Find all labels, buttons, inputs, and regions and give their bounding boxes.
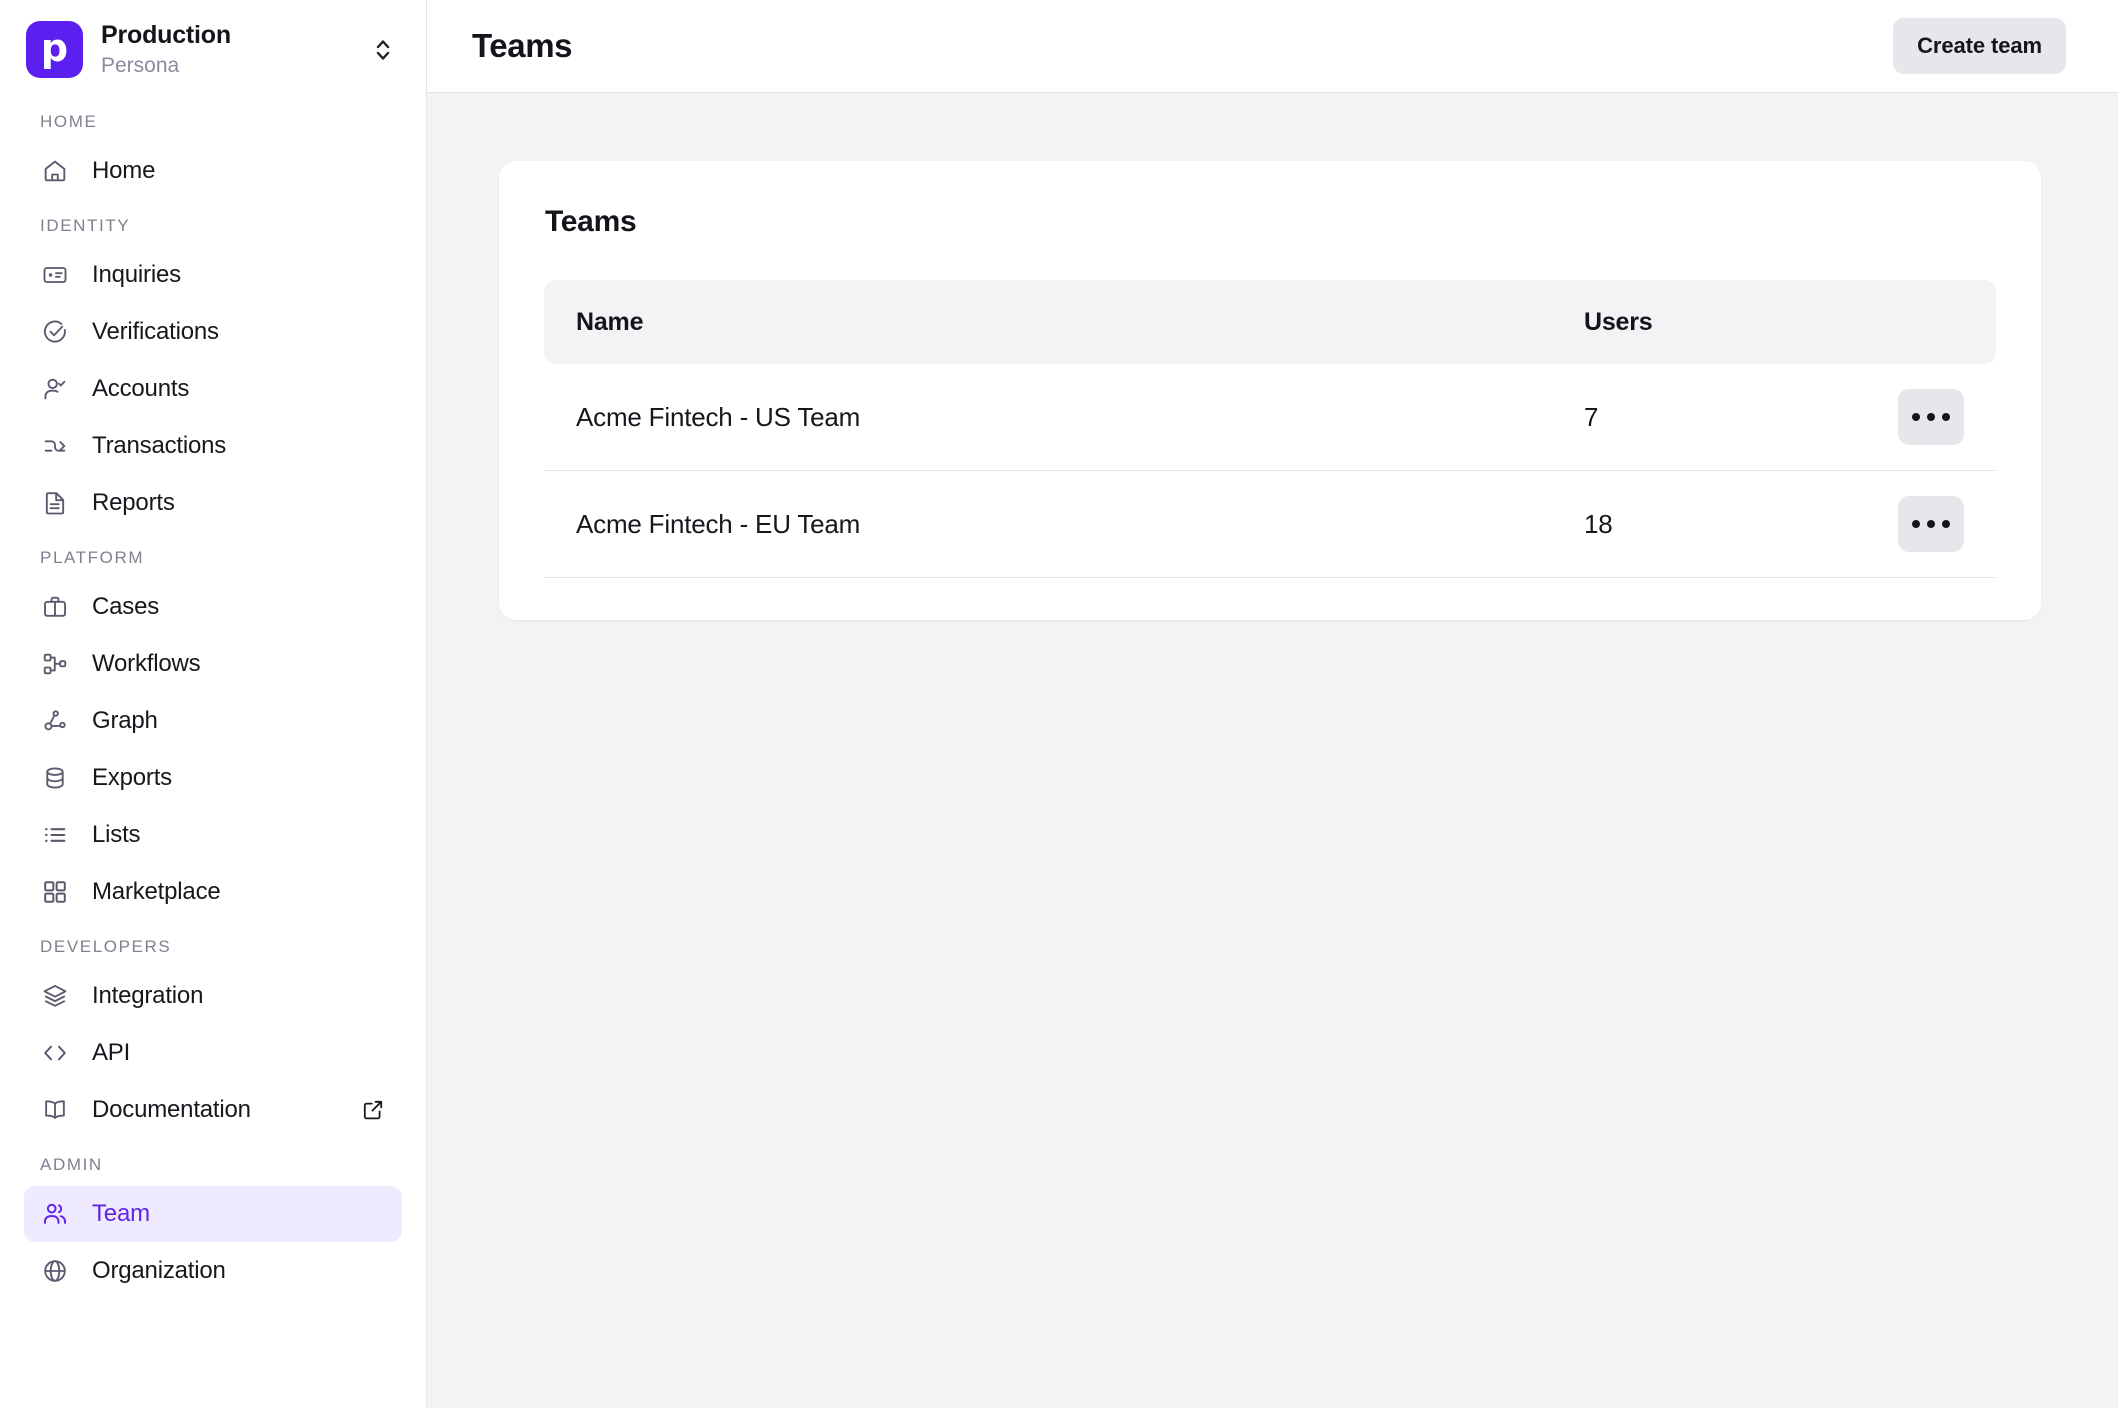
sidebar-item-accounts[interactable]: Accounts: [24, 361, 402, 417]
create-team-button[interactable]: Create team: [1893, 18, 2066, 74]
sidebar-item-label: Organization: [92, 1259, 386, 1283]
sidebar-item-label: Reports: [92, 491, 386, 515]
content-area: Teams Name Users Acme Fintech - US Team …: [427, 93, 2118, 1408]
book-icon: [40, 1095, 70, 1125]
org-switcher[interactable]: p Production Persona: [0, 0, 426, 96]
team-name-cell: Acme Fintech - US Team: [576, 402, 1584, 433]
nav-section-platform-label: PLATFORM: [0, 532, 426, 578]
database-icon: [40, 763, 70, 793]
sidebar-item-integration[interactable]: Integration: [24, 968, 402, 1024]
nav-section-developers-label: DEVELOPERS: [0, 921, 426, 967]
graph-nodes-icon: [40, 706, 70, 736]
sidebar-item-label: Marketplace: [92, 880, 386, 904]
briefcase-icon: [40, 592, 70, 622]
table-row[interactable]: Acme Fintech - EU Team 18: [544, 471, 1996, 578]
row-actions-cell: [1884, 496, 1964, 552]
sidebar-item-label: Lists: [92, 823, 386, 847]
sidebar-item-marketplace[interactable]: Marketplace: [24, 864, 402, 920]
sidebar-item-documentation[interactable]: Documentation: [24, 1082, 402, 1138]
table-row[interactable]: Acme Fintech - US Team 7: [544, 364, 1996, 471]
sidebar-item-label: Home: [92, 159, 386, 183]
sidebar-item-label: Team: [92, 1202, 386, 1226]
layers-icon: [40, 981, 70, 1011]
sidebar-item-team[interactable]: Team: [24, 1186, 402, 1242]
column-header-users: Users: [1584, 308, 1884, 337]
topbar: Teams Create team: [427, 0, 2118, 93]
chevron-up-down-icon[interactable]: [366, 33, 400, 67]
sidebar-item-inquiries[interactable]: Inquiries: [24, 247, 402, 303]
table-header-row: Name Users: [544, 280, 1996, 364]
sidebar-item-label: Transactions: [92, 434, 386, 458]
dot: [1912, 413, 1920, 421]
column-header-name: Name: [576, 308, 1584, 337]
nav-section-home-label: HOME: [0, 96, 426, 142]
code-brackets-icon: [40, 1038, 70, 1068]
persona-logo-icon: p: [26, 21, 83, 78]
sidebar-item-exports[interactable]: Exports: [24, 750, 402, 806]
sidebar-item-verifications[interactable]: Verifications: [24, 304, 402, 360]
sidebar-item-label: Verifications: [92, 320, 386, 344]
users-icon: [40, 1199, 70, 1229]
page-title: Teams: [472, 27, 1893, 65]
sidebar-item-lists[interactable]: Lists: [24, 807, 402, 863]
nav-section-identity-label: IDENTITY: [0, 200, 426, 246]
team-name-cell: Acme Fintech - EU Team: [576, 509, 1584, 540]
dot: [1942, 413, 1950, 421]
teams-card: Teams Name Users Acme Fintech - US Team …: [499, 161, 2041, 620]
sidebar-item-cases[interactable]: Cases: [24, 579, 402, 635]
sidebar: p Production Persona HOME: [0, 0, 427, 1408]
sidebar-item-workflows[interactable]: Workflows: [24, 636, 402, 692]
document-icon: [40, 488, 70, 518]
globe-icon: [40, 1256, 70, 1286]
kebab-menu-icon[interactable]: [1898, 389, 1964, 445]
external-link-icon: [360, 1097, 386, 1123]
sidebar-item-label: Exports: [92, 766, 386, 790]
main-area: Teams Create team Teams Name Users Acme …: [427, 0, 2118, 1408]
id-card-icon: [40, 260, 70, 290]
dot: [1927, 413, 1935, 421]
check-circle-icon: [40, 317, 70, 347]
dot: [1942, 520, 1950, 528]
app-root: p Production Persona HOME: [0, 0, 2118, 1408]
sidebar-nav: HOME Home IDENTITY: [0, 96, 426, 1299]
org-subtitle: Persona: [101, 52, 366, 79]
org-text: Production Persona: [101, 20, 366, 80]
dot: [1912, 520, 1920, 528]
row-actions-cell: [1884, 389, 1964, 445]
sidebar-item-label: Graph: [92, 709, 386, 733]
sidebar-item-api[interactable]: API: [24, 1025, 402, 1081]
team-users-cell: 18: [1584, 509, 1884, 540]
sidebar-item-label: Documentation: [92, 1098, 360, 1122]
list-icon: [40, 820, 70, 850]
kebab-menu-icon[interactable]: [1898, 496, 1964, 552]
team-users-cell: 7: [1584, 402, 1884, 433]
sidebar-item-label: Integration: [92, 984, 386, 1008]
sidebar-item-label: API: [92, 1041, 386, 1065]
teams-table: Name Users Acme Fintech - US Team 7: [544, 280, 1996, 578]
grid-icon: [40, 877, 70, 907]
sidebar-item-transactions[interactable]: Transactions: [24, 418, 402, 474]
arrow-flow-icon: [40, 431, 70, 461]
sidebar-item-label: Workflows: [92, 652, 386, 676]
sidebar-item-label: Accounts: [92, 377, 386, 401]
sidebar-item-reports[interactable]: Reports: [24, 475, 402, 531]
org-name: Production: [101, 20, 366, 51]
card-title: Teams: [544, 205, 1996, 239]
sidebar-item-home[interactable]: Home: [24, 143, 402, 199]
workflow-icon: [40, 649, 70, 679]
home-icon: [40, 156, 70, 186]
sidebar-item-label: Inquiries: [92, 263, 386, 287]
user-check-icon: [40, 374, 70, 404]
dot: [1927, 520, 1935, 528]
nav-section-admin-label: ADMIN: [0, 1139, 426, 1185]
sidebar-item-label: Cases: [92, 595, 386, 619]
sidebar-item-organization[interactable]: Organization: [24, 1243, 402, 1299]
sidebar-item-graph[interactable]: Graph: [24, 693, 402, 749]
